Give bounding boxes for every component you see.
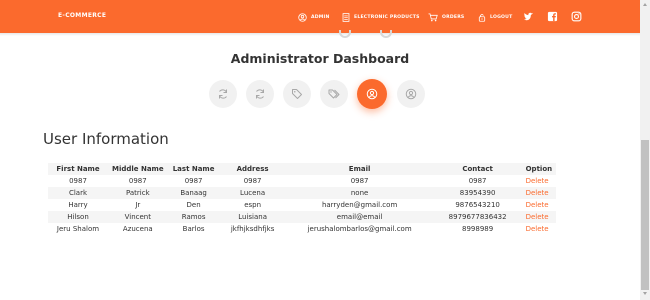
dashboard-action-refresh-2[interactable] — [246, 80, 274, 108]
product-icon — [342, 12, 350, 22]
cell-first-name: Hilson — [48, 211, 108, 223]
navbar-shadow — [0, 33, 640, 36]
column-header-address: Address — [219, 163, 286, 175]
user-circle-icon — [405, 88, 417, 100]
cell-middle-name: 0987 — [128, 177, 147, 185]
nav-electronic-products-label: ELECTRONIC PRODUCTS — [354, 14, 420, 20]
brand-logo[interactable]: E-COMMERCE — [58, 12, 106, 19]
tags-icon — [328, 89, 340, 99]
delete-link[interactable]: Delete — [522, 175, 557, 187]
scrollbar-thumb[interactable] — [641, 140, 649, 290]
refresh-icon — [256, 89, 264, 99]
cart-icon — [428, 12, 438, 21]
partially-hidden-icon — [380, 30, 392, 38]
cell-middle-name: Vincent — [108, 211, 168, 223]
nav-electronic-products[interactable]: ELECTRONIC PRODUCTS — [342, 10, 420, 24]
table-header-row: First Name Middle Name Last Name Address… — [48, 163, 557, 175]
user-information-title: User Information — [43, 130, 169, 148]
cell-middle-name: Azucena — [122, 225, 153, 233]
cell-address: espn — [244, 201, 262, 209]
delete-link[interactable]: Delete — [522, 223, 557, 235]
cell-address: 0987 — [243, 177, 262, 185]
table-row: 0987 0987 0987 0987 0987 0987 Delete — [48, 175, 556, 187]
cell-last-name: 0987 — [184, 177, 203, 185]
delete-link[interactable]: Delete — [522, 199, 557, 211]
vertical-scrollbar[interactable] — [640, 0, 650, 300]
tag-icon — [292, 89, 302, 99]
cell-contact: 8998989 — [462, 225, 494, 233]
dashboard-title: Administrator Dashboard — [230, 51, 410, 66]
cell-email: none — [285, 187, 434, 199]
delete-link[interactable]: Delete — [521, 187, 557, 199]
nav-orders[interactable]: ORDERS — [428, 10, 464, 24]
cell-first-name: Clark — [48, 187, 108, 199]
cell-first-name: Jeru Shalom — [56, 225, 100, 233]
column-header-first-name: First Name — [48, 163, 108, 175]
column-header-last-name: Last Name — [167, 163, 220, 175]
column-header-email: Email — [285, 163, 434, 175]
cell-email: jerushalombarlos@gmail.com — [307, 225, 412, 233]
user-table: First Name Middle Name Last Name Address… — [48, 163, 557, 235]
nav-logout[interactable]: LOGOUT — [478, 10, 512, 24]
cell-contact: 83954390 — [433, 187, 522, 199]
nav-admin[interactable]: ADMIN — [298, 10, 330, 24]
cell-middle-name: Patrick — [108, 187, 168, 199]
table-row: Clark Patrick Banaag Lucena none 8395439… — [48, 187, 557, 199]
dashboard-action-refresh-1[interactable] — [209, 80, 237, 108]
cell-email: email@email — [285, 211, 434, 223]
instagram-icon[interactable] — [571, 11, 582, 22]
cell-email: harryden@gmail.com — [321, 201, 398, 209]
logout-icon — [478, 13, 486, 22]
nav-logout-label: LOGOUT — [490, 14, 513, 20]
cell-last-name: Banaag — [167, 187, 220, 199]
cell-contact: 9876543210 — [455, 201, 500, 209]
cell-last-name: Barlos — [182, 225, 205, 233]
cell-first-name: Harry — [68, 201, 88, 209]
scroll-down-arrow-icon[interactable] — [643, 292, 647, 295]
admin-icon — [298, 12, 307, 22]
cell-last-name: Den — [186, 201, 201, 209]
scroll-up-arrow-icon[interactable] — [643, 3, 647, 6]
cell-contact: 8979677836432 — [433, 211, 522, 223]
top-navbar: E-COMMERCE ADMIN ELECTRONIC PRODUCTS ORD… — [0, 0, 640, 33]
cell-last-name: Ramos — [167, 211, 220, 223]
cell-first-name: 0987 — [69, 177, 87, 185]
table-row: Jeru Shalom Azucena Barlos jkfhjksdhfjks… — [48, 223, 556, 235]
facebook-icon[interactable] — [547, 11, 558, 22]
table-row: Harry Jr Den espn harryden@gmail.com 987… — [48, 199, 556, 211]
dashboard-action-users-active[interactable] — [357, 79, 387, 109]
column-header-option: Option — [521, 163, 557, 175]
twitter-icon[interactable] — [523, 11, 534, 22]
cell-address: jkfhjksdhfjks — [230, 225, 275, 233]
user-circle-icon — [366, 88, 378, 100]
nav-admin-label: ADMIN — [311, 14, 330, 20]
delete-link[interactable]: Delete — [521, 211, 557, 223]
dashboard-action-tag[interactable] — [283, 80, 311, 108]
nav-orders-label: ORDERS — [442, 14, 465, 20]
cell-email: 0987 — [350, 177, 369, 185]
cell-address: Luisiana — [219, 211, 286, 223]
dashboard-action-user-profile[interactable] — [397, 80, 425, 108]
partially-hidden-icon — [339, 30, 351, 38]
column-header-contact: Contact — [433, 163, 522, 175]
table-row: Hilson Vincent Ramos Luisiana email@emai… — [48, 211, 557, 223]
cell-contact: 0987 — [468, 177, 487, 185]
cell-address: Lucena — [219, 187, 286, 199]
cell-middle-name: Jr — [135, 201, 141, 209]
refresh-icon — [219, 89, 227, 99]
dashboard-action-tags[interactable] — [320, 80, 348, 108]
column-header-middle-name: Middle Name — [108, 163, 168, 175]
